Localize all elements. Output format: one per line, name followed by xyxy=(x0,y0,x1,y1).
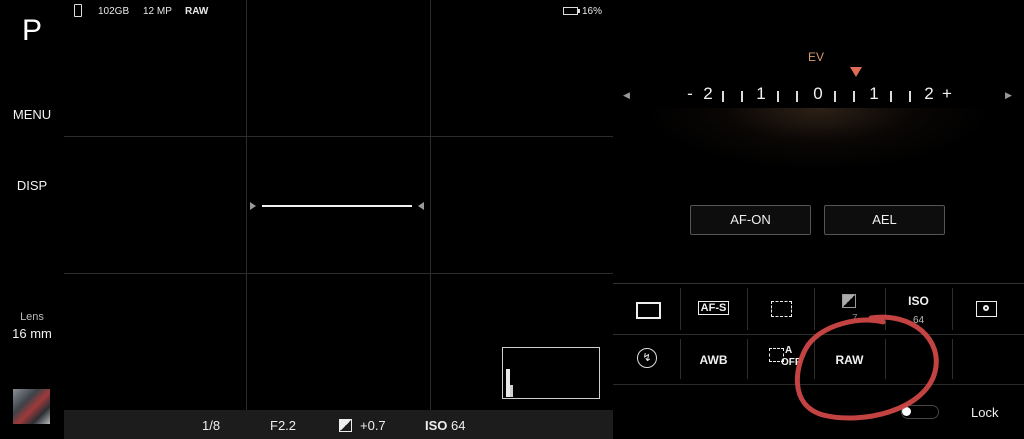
iso-label: ISO xyxy=(908,294,929,308)
iso-value: 64 xyxy=(912,315,925,326)
empty-slot xyxy=(952,336,1019,384)
empty-slot xyxy=(885,336,952,384)
file-format-button[interactable]: RAW xyxy=(814,336,881,384)
left-rail: P MENU DISP Lens 16 mm xyxy=(0,0,64,439)
lens-focal-length[interactable]: 16 mm xyxy=(0,326,64,341)
drive-mode-button[interactable] xyxy=(613,285,680,333)
flash-button[interactable]: ↯ xyxy=(613,336,680,384)
exposure-comp-icon xyxy=(842,294,856,308)
exposure-compensation-icon xyxy=(339,419,352,432)
quick-settings-grid: AF-S 7 ISO 64 ↯ AWB A OFF RAW xyxy=(613,283,1024,385)
iso-label: ISO xyxy=(425,418,448,433)
focus-mode-button[interactable]: AF-S xyxy=(680,285,747,333)
exposure-status-bar: 1/8 F2.2 +0.7 ISO 64 xyxy=(64,410,613,439)
ev-tick xyxy=(777,91,779,102)
ev-tick xyxy=(909,91,911,102)
ev-tick xyxy=(853,91,855,102)
ev-glow xyxy=(653,108,983,168)
af-on-button[interactable]: AF-ON xyxy=(690,205,811,235)
ev-tick xyxy=(741,91,743,102)
exposure-compensation: +0.7 xyxy=(360,418,386,433)
face-eye-af-button[interactable]: A OFF xyxy=(747,336,814,384)
ev-scale-label: 1 xyxy=(756,84,766,103)
iso-button[interactable]: ISO 64 xyxy=(885,285,952,333)
ev-tick xyxy=(834,91,836,102)
shutter-speed: 1/8 xyxy=(202,418,221,433)
ev-scale-label: 1 xyxy=(869,84,879,103)
ev-scale-plus: + xyxy=(942,84,952,103)
lock-label: Lock xyxy=(971,405,999,420)
lock-toggle[interactable] xyxy=(901,405,939,419)
flash-off-icon: ↯ xyxy=(637,348,657,368)
single-shot-icon xyxy=(636,302,661,319)
focus-area-icon xyxy=(771,301,792,317)
iso-value: 64 xyxy=(451,418,466,433)
focus-area-button[interactable] xyxy=(747,285,814,333)
ev-tick xyxy=(796,91,798,102)
white-balance-label: AWB xyxy=(699,353,728,367)
af-s-icon: AF-S xyxy=(680,301,747,315)
face-af-mode: A xyxy=(785,345,793,356)
ev-scale-label: 0 xyxy=(813,84,823,103)
histogram-tail xyxy=(510,385,513,397)
focus-mode-label: AF-S xyxy=(697,301,730,315)
storage-remaining: 102GB xyxy=(98,6,130,17)
menu-button[interactable]: MENU xyxy=(0,107,64,122)
ev-title: EV xyxy=(808,50,825,64)
top-status-bar: 102GB 12 MP RAW 16% xyxy=(64,0,613,22)
level-left-marker xyxy=(250,202,256,210)
battery-icon xyxy=(563,7,580,15)
metering-icon xyxy=(976,301,997,317)
grid-line xyxy=(246,0,247,410)
aperture: F2.2 xyxy=(270,418,297,433)
ev-tick xyxy=(722,91,724,102)
exposure-comp-value: 7 xyxy=(852,313,858,324)
grid-line xyxy=(64,136,613,137)
grid-line xyxy=(64,273,613,274)
ael-button[interactable]: AEL xyxy=(824,205,945,235)
megapixels: 12 MP xyxy=(143,6,172,17)
grid-line xyxy=(430,0,431,410)
battery-level: 16% xyxy=(582,6,603,17)
histogram xyxy=(502,347,600,399)
level-right-marker xyxy=(418,202,424,210)
file-format-label: RAW xyxy=(835,353,864,367)
control-panel: EV ◀ ▶ - 2 1 0 1 2 + AF-ON AEL AF-S 7 IS… xyxy=(613,0,1024,439)
level-indicator xyxy=(248,200,428,212)
metering-button[interactable] xyxy=(952,285,1019,333)
ev-scale-label: 2 xyxy=(924,84,934,103)
exposure-comp-button[interactable]: 7 xyxy=(814,285,881,333)
shooting-mode-indicator[interactable]: P xyxy=(0,14,64,48)
white-balance-button[interactable]: AWB xyxy=(680,336,747,384)
last-photo-thumbnail[interactable] xyxy=(13,389,50,424)
ev-scale-minus: - xyxy=(687,84,693,103)
file-format: RAW xyxy=(185,6,209,17)
ev-scale[interactable]: - 2 1 0 1 2 + xyxy=(613,82,1024,108)
storage-icon xyxy=(74,4,82,17)
metering-dot xyxy=(983,305,989,311)
ev-tick xyxy=(890,91,892,102)
face-af-off: OFF xyxy=(781,357,801,368)
lens-label: Lens xyxy=(20,311,44,323)
disp-button[interactable]: DISP xyxy=(0,178,64,193)
ev-scale-label: 2 xyxy=(703,84,713,103)
level-line xyxy=(262,205,412,207)
grid-divider xyxy=(613,334,1024,335)
ev-current-pointer xyxy=(850,67,862,77)
